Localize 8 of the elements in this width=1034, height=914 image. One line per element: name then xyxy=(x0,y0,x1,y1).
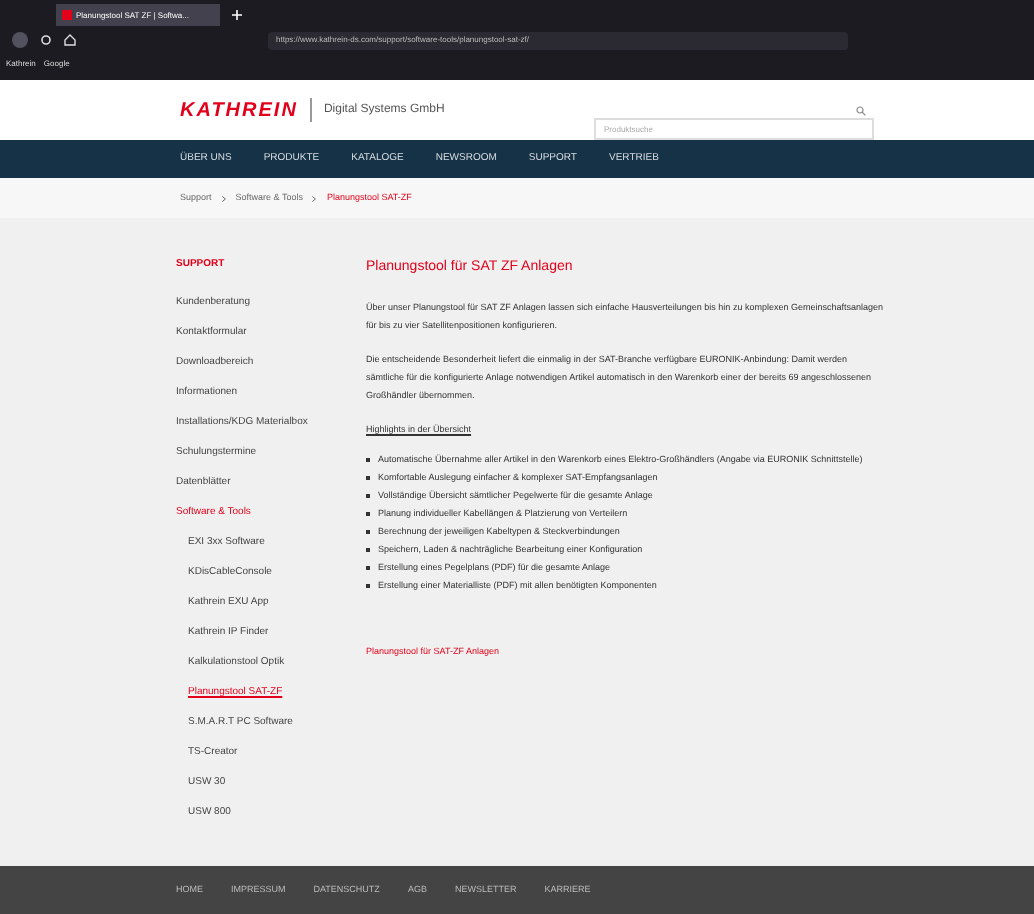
chevron-icon xyxy=(221,195,226,201)
logo[interactable]: KATHREIN xyxy=(180,95,298,125)
search-icon[interactable] xyxy=(856,105,866,115)
chevron-icon xyxy=(312,195,317,201)
home-icon[interactable] xyxy=(64,34,76,46)
plus-icon[interactable] xyxy=(232,10,242,20)
favicon-icon xyxy=(62,10,72,20)
reload-icon[interactable] xyxy=(40,34,52,46)
